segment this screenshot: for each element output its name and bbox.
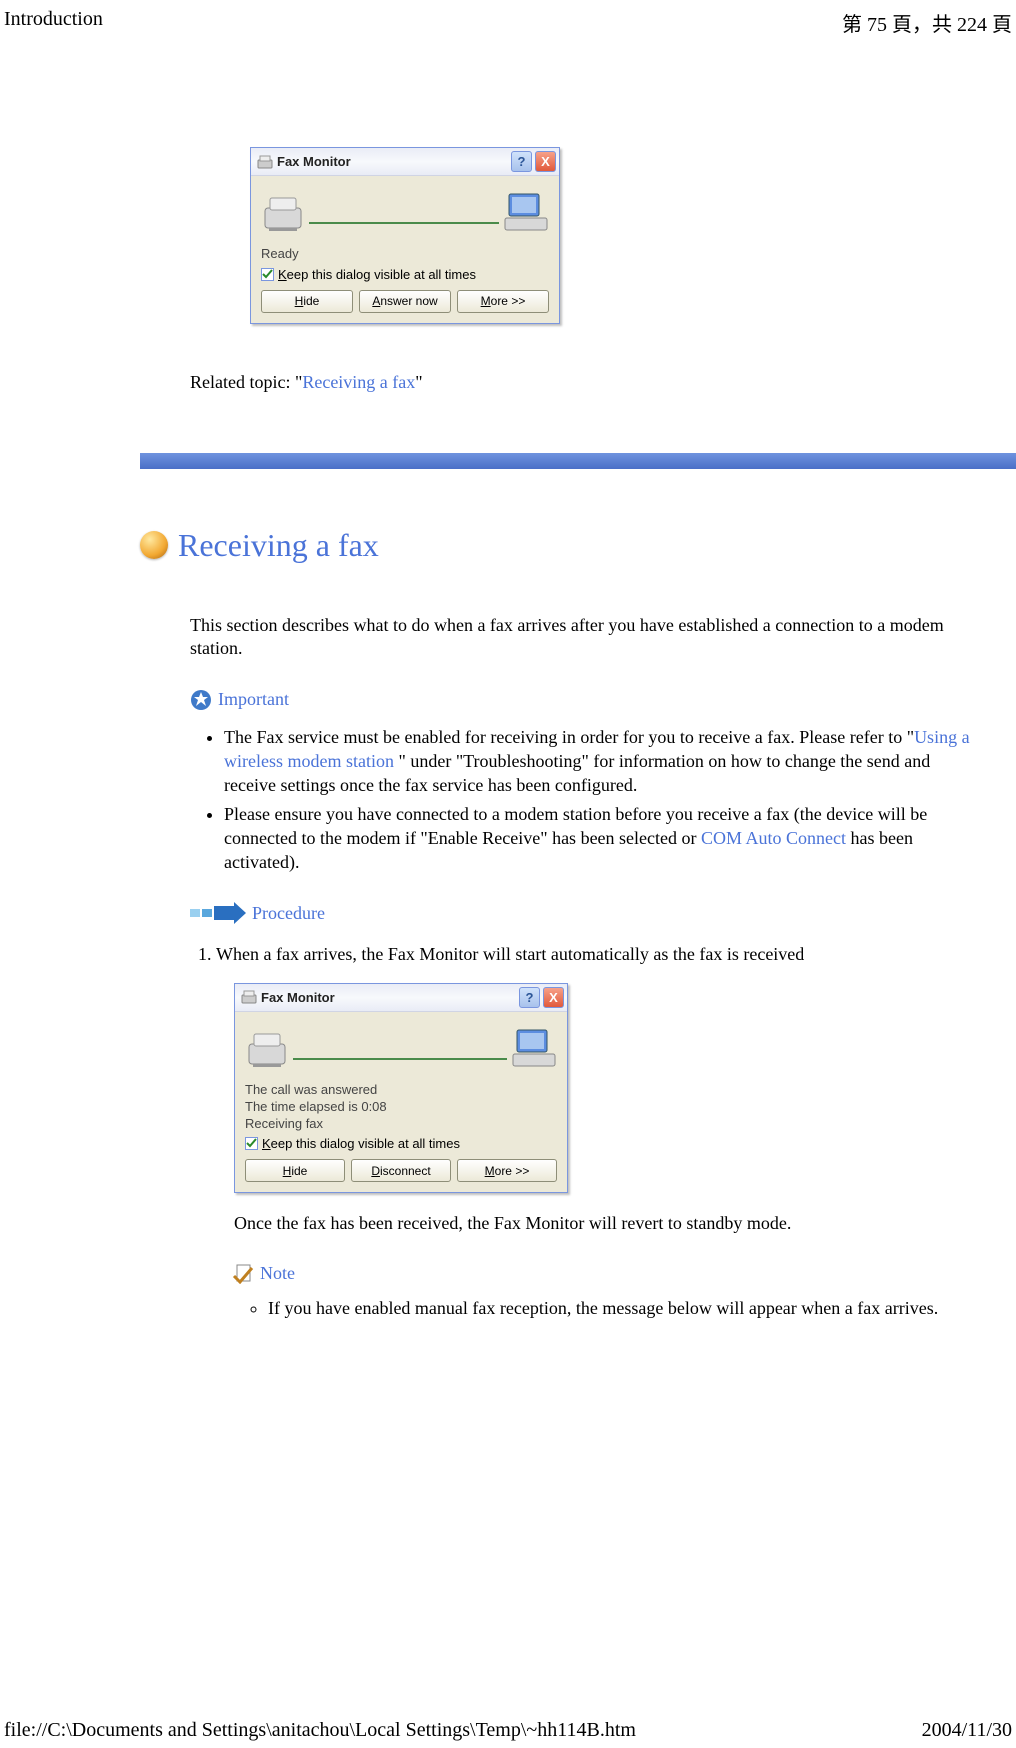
important-icon — [190, 689, 212, 711]
fax-machine-icon — [261, 188, 309, 239]
status-line-2: The time elapsed is 0:08 — [245, 1099, 557, 1116]
header-pagination: 第 75 頁，共 224 頁 — [842, 8, 1012, 37]
procedure-icon — [190, 902, 246, 924]
note-item-1: If you have enabled manual fax reception… — [268, 1296, 976, 1320]
procedure-label: Procedure — [252, 903, 325, 924]
connection-line-icon — [309, 222, 499, 224]
header-title: Introduction — [4, 8, 103, 37]
checkbox-label: Keep this dialog visible at all times — [262, 1136, 460, 1151]
more-button[interactable]: More >> — [457, 290, 549, 313]
keep-visible-checkbox[interactable]: Keep this dialog visible at all times — [261, 267, 549, 282]
hide-button[interactable]: Hide — [245, 1159, 345, 1182]
sphere-icon — [140, 531, 168, 559]
status-line-1: The call was answered — [245, 1082, 557, 1099]
related-link[interactable]: Receiving a fax — [302, 372, 415, 392]
section-separator — [140, 453, 1016, 477]
help-button[interactable]: ? — [511, 151, 532, 172]
keep-visible-checkbox[interactable]: Keep this dialog visible at all times — [245, 1136, 557, 1151]
com-auto-connect-link[interactable]: COM Auto Connect — [701, 828, 846, 848]
checkbox-label: Keep this dialog visible at all times — [278, 267, 476, 282]
hide-button[interactable]: Hide — [261, 290, 353, 313]
disconnect-button[interactable]: Disconnect — [351, 1159, 451, 1182]
page-footer: file://C:\Documents and Settings\anitach… — [4, 1719, 1012, 1742]
procedure-steps: When a fax arrives, the Fax Monitor will… — [190, 942, 976, 966]
important-bullets: The Fax service must be enabled for rece… — [190, 725, 976, 875]
related-prefix: Related topic: " — [190, 372, 302, 392]
fax-monitor-dialog-1: Fax Monitor ? X Ready Keep this d — [250, 147, 560, 324]
bullet-item-1: The Fax service must be enabled for rece… — [224, 725, 976, 798]
answer-now-button[interactable]: Answer now — [359, 290, 451, 313]
step-1: When a fax arrives, the Fax Monitor will… — [216, 942, 976, 966]
dialog-title: Fax Monitor — [261, 990, 519, 1005]
close-button[interactable]: X — [535, 151, 556, 172]
important-label: Important — [218, 689, 289, 710]
fax-machine-icon — [245, 1024, 293, 1075]
dialog-titlebar: Fax Monitor ? X — [235, 984, 567, 1012]
related-topic: Related topic: "Receiving a fax" — [190, 372, 976, 393]
content-column: Fax Monitor ? X Ready Keep this d — [190, 147, 976, 1321]
related-suffix: " — [415, 372, 422, 392]
footer-path: file://C:\Documents and Settings\anitach… — [4, 1719, 636, 1742]
more-button[interactable]: More >> — [457, 1159, 557, 1182]
fax-app-icon — [241, 989, 257, 1005]
note-bullets: If you have enabled manual fax reception… — [232, 1296, 976, 1320]
footer-date: 2004/11/30 — [922, 1719, 1012, 1742]
section-intro: This section describes what to do when a… — [190, 614, 976, 661]
page-header: Introduction 第 75 頁，共 224 頁 — [0, 0, 1016, 37]
after-receive-text: Once the fax has been received, the Fax … — [234, 1213, 976, 1234]
note-label: Note — [260, 1263, 295, 1284]
close-button[interactable]: X — [543, 987, 564, 1008]
fax-monitor-dialog-2: Fax Monitor ? X The call was answered Th… — [234, 983, 568, 1194]
status-line-3: Receiving fax — [245, 1116, 557, 1133]
computer-icon — [511, 1026, 557, 1075]
fax-app-icon — [257, 154, 273, 170]
computer-icon — [503, 190, 549, 239]
help-button[interactable]: ? — [519, 987, 540, 1008]
dialog-title: Fax Monitor — [277, 154, 511, 169]
section-title: Receiving a fax — [178, 527, 379, 564]
connection-line-icon — [293, 1058, 507, 1060]
dialog-titlebar: Fax Monitor ? X — [251, 148, 559, 176]
bullet-item-2: Please ensure you have connected to a mo… — [224, 802, 976, 875]
status-text: Ready — [261, 246, 549, 263]
note-icon — [232, 1262, 254, 1284]
